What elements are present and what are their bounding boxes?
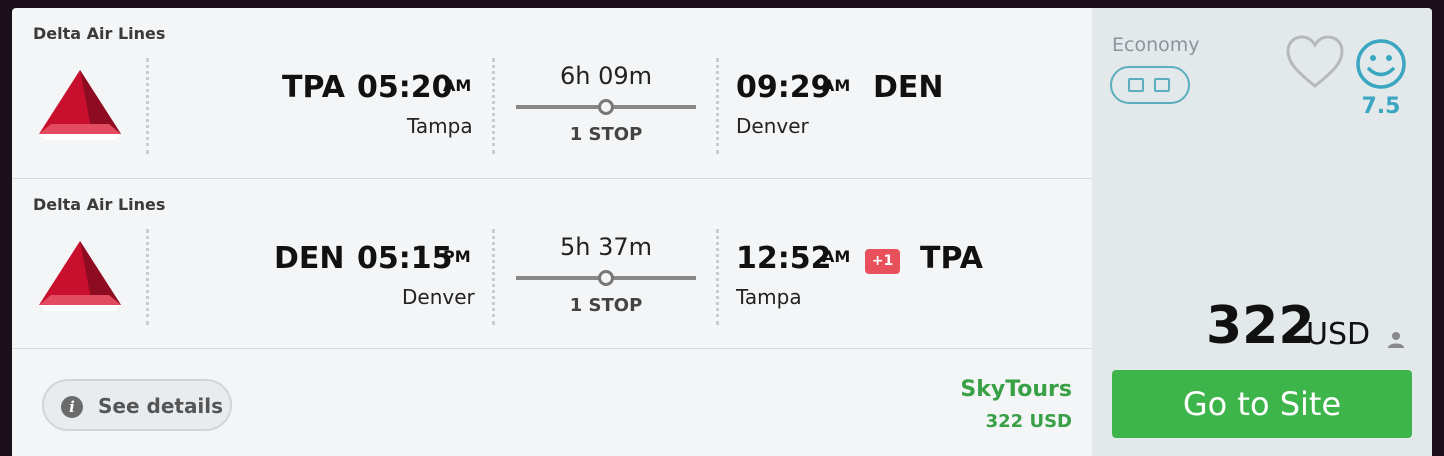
arrival-ampm: AM: [822, 76, 851, 95]
destination-code: DEN: [873, 70, 944, 105]
provider-price: 322 USD: [985, 411, 1072, 432]
arrival-time: 12:52: [736, 241, 832, 276]
flight-result-card: Delta Air Lines TPA 05:20 AM Tampa 6h 09…: [12, 8, 1432, 456]
departure-ampm: AM: [443, 76, 472, 95]
see-details-button[interactable]: i See details: [42, 379, 232, 431]
rating-score: 7.5: [1361, 94, 1401, 119]
return-leg[interactable]: Delta Air Lines DEN 05:15 PM Denver 5h 3…: [12, 178, 1092, 348]
outbound-leg[interactable]: Delta Air Lines TPA 05:20 AM Tampa 6h 09…: [12, 8, 1092, 178]
duration: 5h 37m: [559, 233, 653, 261]
baggage-info[interactable]: [1110, 66, 1190, 104]
checked-bag-icon: [1154, 78, 1170, 92]
stop-marker: [598, 99, 614, 115]
price-panel: Economy 7.5 322 USD Go to Site: [1092, 8, 1432, 456]
divider: [146, 58, 149, 154]
divider: [716, 229, 719, 325]
heart-icon[interactable]: [1285, 34, 1345, 90]
delta-logo-icon: [39, 241, 121, 311]
duration: 6h 09m: [559, 62, 653, 90]
divider: [146, 229, 149, 325]
provider-name[interactable]: SkyTours: [960, 377, 1072, 402]
person-icon: [1388, 332, 1404, 348]
info-icon: i: [61, 396, 83, 418]
departure-ampm: PM: [443, 247, 471, 266]
stops-label: 1 STOP: [569, 295, 643, 316]
divider: [492, 58, 495, 154]
go-to-site-button[interactable]: Go to Site: [1112, 370, 1412, 438]
destination-city: Denver: [736, 114, 809, 138]
see-details-label: See details: [98, 394, 224, 418]
smiley-icon: [1356, 39, 1406, 89]
departure-time: 05:15: [357, 241, 453, 276]
carry-on-bag-icon: [1128, 78, 1144, 92]
origin-code: TPA: [282, 70, 345, 105]
arrival-ampm: AM: [822, 247, 851, 266]
departure-time: 05:20: [357, 70, 453, 105]
stops-label: 1 STOP: [569, 124, 643, 145]
next-day-badge: +1: [865, 249, 900, 274]
divider: [492, 229, 495, 325]
total-price: 322: [1206, 296, 1315, 356]
destination-code: TPA: [920, 241, 983, 276]
currency: USD: [1306, 317, 1371, 352]
divider: [716, 58, 719, 154]
stop-marker: [598, 270, 614, 286]
origin-city: Tampa: [407, 114, 473, 138]
card-footer: i See details SkyTours 322 USD: [12, 348, 1092, 456]
origin-city: Denver: [402, 285, 475, 309]
cabin-class: Economy: [1112, 34, 1200, 56]
delta-logo-icon: [39, 70, 121, 140]
origin-code: DEN: [274, 241, 345, 276]
arrival-time: 09:29: [736, 70, 832, 105]
airline-name: Delta Air Lines: [33, 24, 166, 43]
itinerary-panel: Delta Air Lines TPA 05:20 AM Tampa 6h 09…: [12, 8, 1092, 456]
destination-city: Tampa: [736, 285, 802, 309]
airline-name: Delta Air Lines: [33, 195, 166, 214]
